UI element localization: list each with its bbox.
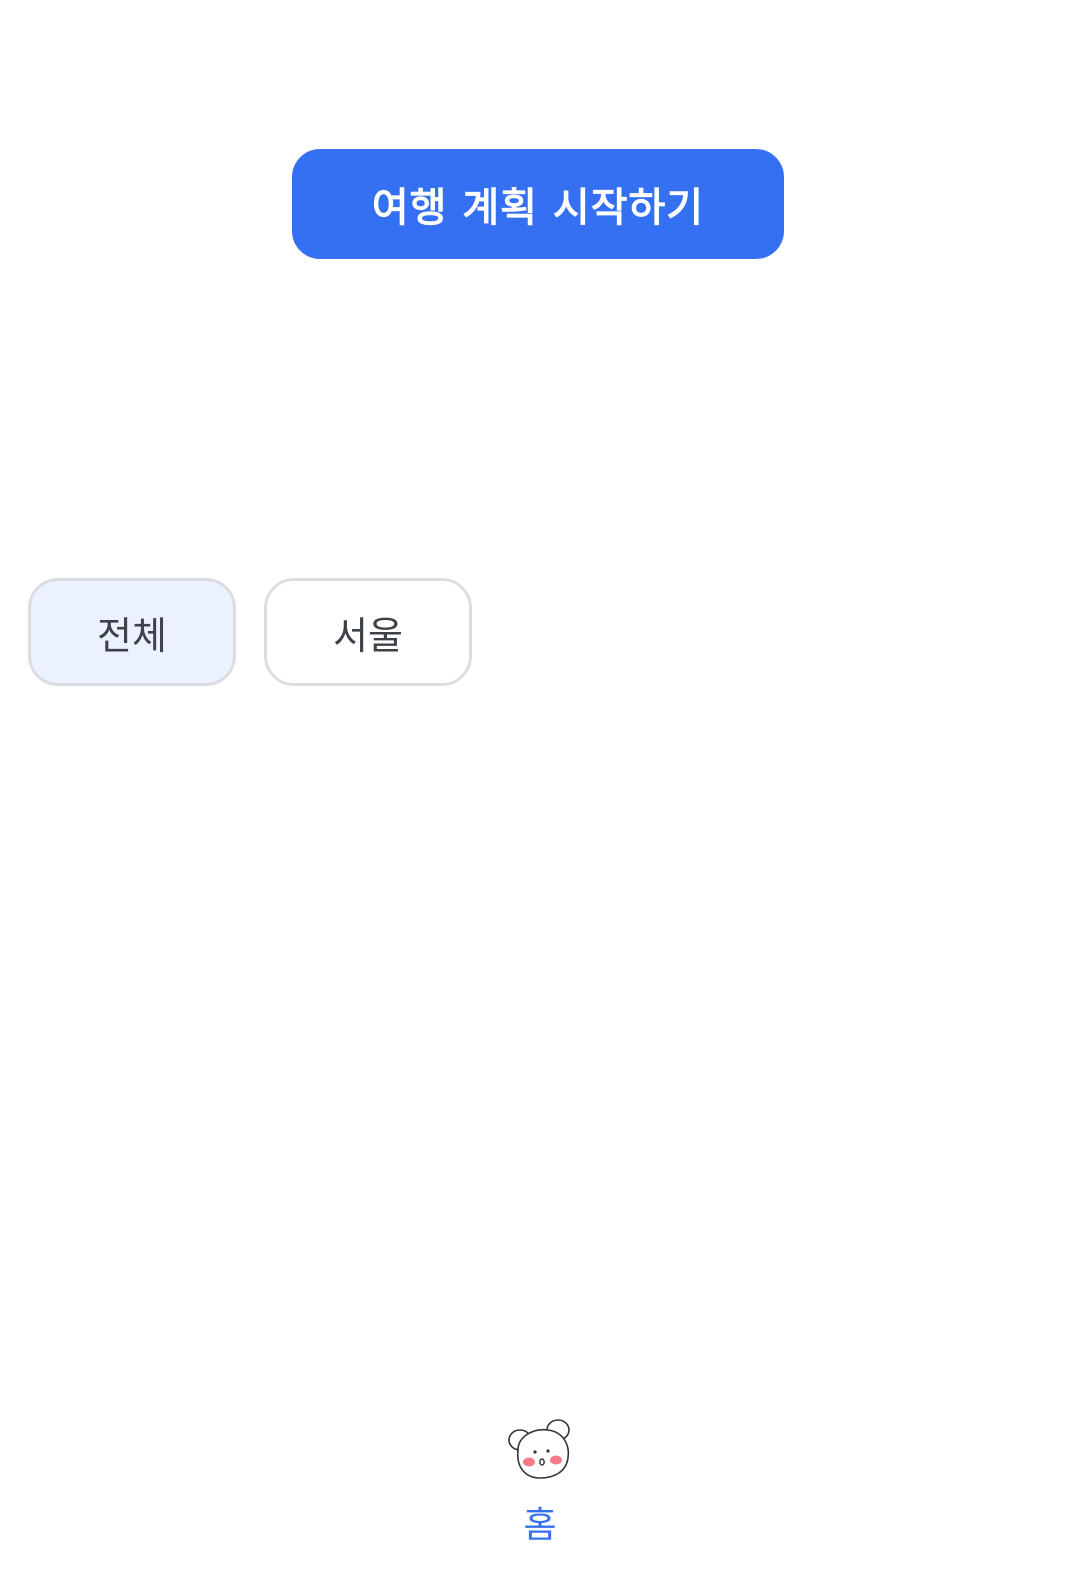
filter-chip-seoul[interactable]: 서울 [264,578,472,686]
filter-chip-all[interactable]: 전체 [28,578,236,686]
nav-item-home-label: 홈 [523,1505,557,1546]
start-trip-planning-button[interactable]: 여행 계획 시작하기 [292,149,784,259]
region-filter-chips: 전체 서울 [28,578,472,686]
nav-item-home[interactable]: 홈 [480,1400,600,1576]
bear-face-icon [508,1419,570,1479]
bottom-navigation: 홈 [0,1400,1080,1576]
